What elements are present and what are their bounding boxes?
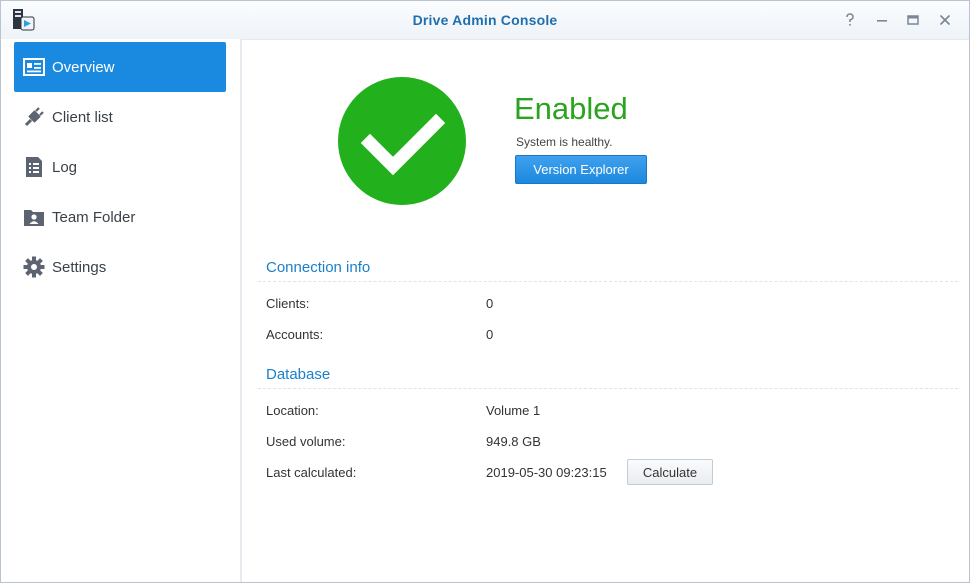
location-value: Volume 1 bbox=[486, 403, 541, 418]
overview-panel: Enabled System is healthy. Version Explo… bbox=[242, 39, 969, 582]
plug-icon bbox=[23, 106, 45, 128]
checkmark-icon bbox=[360, 113, 446, 176]
database-heading: Database bbox=[266, 366, 331, 383]
sidebar-item-label: Client list bbox=[52, 108, 113, 126]
sidebar-item-team-folder[interactable]: Team Folder bbox=[14, 192, 226, 242]
close-icon[interactable] bbox=[936, 11, 954, 29]
maximize-icon[interactable] bbox=[904, 11, 922, 29]
team-folder-icon bbox=[23, 206, 45, 228]
overview-card-icon bbox=[23, 56, 45, 78]
clients-label: Clients: bbox=[266, 296, 310, 311]
log-list-icon bbox=[23, 156, 45, 178]
sidebar-item-label: Settings bbox=[52, 258, 107, 276]
sidebar-item-log[interactable]: Log bbox=[14, 142, 226, 192]
status-subtitle: System is healthy. bbox=[516, 135, 613, 149]
sidebar-item-overview[interactable]: Overview bbox=[14, 42, 226, 92]
title-bar[interactable]: Drive Admin Console bbox=[1, 1, 969, 40]
sidebar-item-client-list[interactable]: Client list bbox=[14, 92, 226, 142]
clients-value: 0 bbox=[486, 296, 494, 311]
sidebar: Overview Client list Log Team Folder Set… bbox=[1, 39, 242, 582]
location-label: Location: bbox=[266, 403, 319, 418]
used-volume-value: 949.8 GB bbox=[486, 434, 541, 449]
sidebar-item-settings[interactable]: Settings bbox=[14, 242, 226, 292]
status-title: Enabled bbox=[514, 91, 628, 126]
app-window: Drive Admin Console Overview Client list bbox=[0, 0, 970, 583]
window-title: Drive Admin Console bbox=[412, 12, 558, 28]
help-icon[interactable] bbox=[841, 11, 859, 29]
sidebar-item-label: Overview bbox=[52, 58, 115, 76]
accounts-label: Accounts: bbox=[266, 327, 324, 342]
connection-info-heading: Connection info bbox=[266, 259, 371, 276]
minimize-icon[interactable] bbox=[873, 11, 891, 29]
sidebar-item-label: Log bbox=[52, 158, 78, 176]
section-divider bbox=[258, 388, 958, 389]
status-badge bbox=[338, 77, 466, 205]
version-explorer-button[interactable]: Version Explorer bbox=[515, 155, 647, 184]
last-calculated-value: 2019-05-30 09:23:15 bbox=[486, 465, 607, 480]
sidebar-item-label: Team Folder bbox=[52, 208, 136, 226]
accounts-value: 0 bbox=[486, 327, 494, 342]
calculate-button[interactable]: Calculate bbox=[627, 459, 713, 485]
used-volume-label: Used volume: bbox=[266, 434, 346, 449]
gear-icon bbox=[23, 256, 45, 278]
last-calculated-label: Last calculated: bbox=[266, 465, 357, 480]
section-divider bbox=[258, 281, 958, 282]
